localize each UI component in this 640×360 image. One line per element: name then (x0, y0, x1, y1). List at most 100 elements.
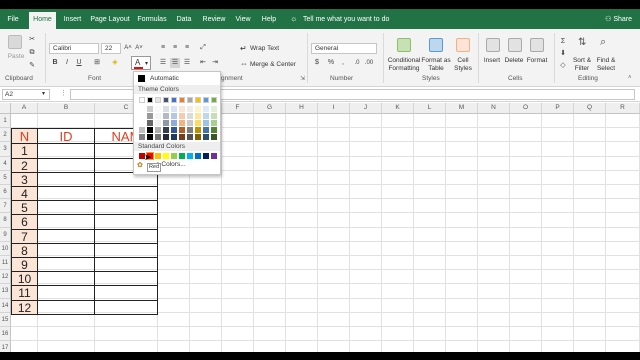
worksheet-grid[interactable]: ABCDEFGHIJKLMNOPQR1234567891011121314151… (0, 103, 640, 352)
theme-color-swatch[interactable] (203, 97, 209, 103)
theme-color-swatch[interactable] (171, 106, 177, 112)
theme-color-swatch[interactable] (195, 134, 201, 140)
wrap-text-button[interactable]: Wrap Text (250, 45, 279, 53)
increase-decimal-icon[interactable]: .0 (352, 58, 362, 68)
table-cell[interactable] (95, 286, 158, 301)
decrease-decimal-icon[interactable]: .00 (364, 58, 374, 68)
row-header[interactable]: 11 (0, 256, 11, 271)
column-header[interactable]: N (478, 103, 510, 114)
bold-button[interactable]: B (50, 58, 60, 68)
table-cell[interactable] (38, 215, 95, 230)
row-header[interactable]: 5 (0, 170, 11, 185)
row-header[interactable]: 1 (0, 114, 11, 129)
theme-color-swatch[interactable] (187, 127, 193, 133)
row-header[interactable]: 7 (0, 199, 11, 214)
theme-color-swatch[interactable] (195, 127, 201, 133)
theme-color-swatch[interactable] (203, 106, 209, 112)
table-cell[interactable] (95, 300, 158, 315)
row-header[interactable]: 4 (0, 156, 11, 171)
table-number-cell[interactable]: 2 (11, 158, 38, 173)
format-painter-icon[interactable]: ✎ (27, 61, 37, 71)
theme-color-swatch[interactable] (179, 113, 185, 119)
table-cell[interactable] (95, 258, 158, 273)
table-cell[interactable] (95, 243, 158, 258)
table-number-cell[interactable]: 3 (11, 172, 38, 187)
table-cell[interactable] (38, 229, 95, 244)
table-cell[interactable] (38, 243, 95, 258)
align-center-icon[interactable]: ☰ (170, 58, 180, 68)
theme-color-swatch[interactable] (179, 127, 185, 133)
theme-color-swatch[interactable] (163, 120, 169, 126)
align-left-icon[interactable]: ☰ (158, 58, 168, 68)
column-header[interactable]: R (606, 103, 640, 114)
theme-color-swatch[interactable] (163, 113, 169, 119)
borders-icon[interactable]: ⊞ (92, 58, 102, 68)
theme-color-swatch[interactable] (139, 127, 145, 133)
theme-color-swatch[interactable] (195, 113, 201, 119)
theme-color-swatch[interactable] (211, 106, 217, 112)
collapse-ribbon-icon[interactable]: ˄ (628, 75, 632, 81)
theme-color-swatch[interactable] (163, 134, 169, 140)
theme-color-swatch[interactable] (155, 106, 161, 112)
tab-review[interactable]: Review (201, 13, 227, 29)
column-header[interactable]: G (254, 103, 286, 114)
tab-data[interactable]: Data (174, 13, 194, 29)
theme-color-swatch[interactable] (211, 127, 217, 133)
row-header[interactable]: 17 (0, 341, 11, 352)
row-header[interactable]: 6 (0, 185, 11, 200)
theme-color-swatch[interactable] (147, 127, 153, 133)
theme-color-swatch[interactable] (187, 113, 193, 119)
decrease-indent-icon[interactable]: ⇤ (198, 58, 208, 68)
align-top-icon[interactable]: ≡ (158, 43, 168, 53)
conditional-formatting-button[interactable]: Conditional Formatting (386, 57, 422, 73)
table-cell[interactable] (38, 187, 95, 202)
theme-color-swatch[interactable] (155, 97, 161, 103)
tab-file[interactable]: File (2, 13, 24, 29)
theme-color-swatch[interactable] (155, 120, 161, 126)
theme-color-swatch[interactable] (139, 120, 145, 126)
merge-center-button[interactable]: Merge & Center (250, 61, 296, 69)
tab-help[interactable]: Help (259, 13, 279, 29)
underline-button[interactable]: U (74, 58, 84, 68)
align-middle-icon[interactable]: ≡ (170, 43, 180, 53)
theme-color-swatch[interactable] (179, 97, 185, 103)
theme-color-swatch[interactable] (155, 127, 161, 133)
theme-color-swatch[interactable] (147, 134, 153, 140)
table-cell[interactable] (95, 229, 158, 244)
column-header[interactable]: J (350, 103, 382, 114)
table-cell[interactable] (38, 201, 95, 216)
column-header[interactable]: A (11, 103, 38, 114)
theme-color-swatch[interactable] (171, 97, 177, 103)
table-number-cell[interactable]: 7 (11, 229, 38, 244)
number-format-select[interactable]: General (311, 43, 377, 54)
shrink-font-icon[interactable]: A˅ (134, 43, 144, 53)
column-header[interactable]: F (222, 103, 254, 114)
column-header[interactable]: O (510, 103, 542, 114)
table-cell[interactable] (38, 258, 95, 273)
row-header[interactable]: 10 (0, 241, 11, 256)
table-number-cell[interactable]: 4 (11, 187, 38, 202)
theme-color-swatch[interactable] (139, 113, 145, 119)
theme-color-swatch[interactable] (203, 134, 209, 140)
theme-color-swatch[interactable] (211, 97, 217, 103)
row-header[interactable]: 14 (0, 298, 11, 313)
cut-icon[interactable]: ✂ (27, 35, 37, 45)
theme-color-swatch[interactable] (163, 127, 169, 133)
find-select-button[interactable]: Find & Select (594, 57, 618, 73)
theme-color-swatch[interactable] (195, 97, 201, 103)
dialog-launcher-icon[interactable]: ⇲ (300, 75, 305, 82)
table-cell[interactable] (95, 201, 158, 216)
theme-color-swatch[interactable] (211, 134, 217, 140)
orientation-icon[interactable]: ⤢ (198, 43, 208, 53)
tab-page-layout[interactable]: Page Layout (90, 13, 130, 29)
table-cell[interactable] (95, 187, 158, 202)
theme-color-swatch[interactable] (147, 97, 153, 103)
table-number-cell[interactable]: 9 (11, 258, 38, 273)
fill-icon[interactable]: ⬇ (558, 49, 568, 59)
tab-insert[interactable]: Insert (60, 13, 85, 29)
table-cell[interactable] (38, 144, 95, 159)
row-header[interactable]: 13 (0, 284, 11, 299)
italic-button[interactable]: I (62, 58, 72, 68)
font-size-select[interactable]: 22 (101, 43, 121, 54)
standard-color-swatch[interactable] (171, 153, 177, 159)
